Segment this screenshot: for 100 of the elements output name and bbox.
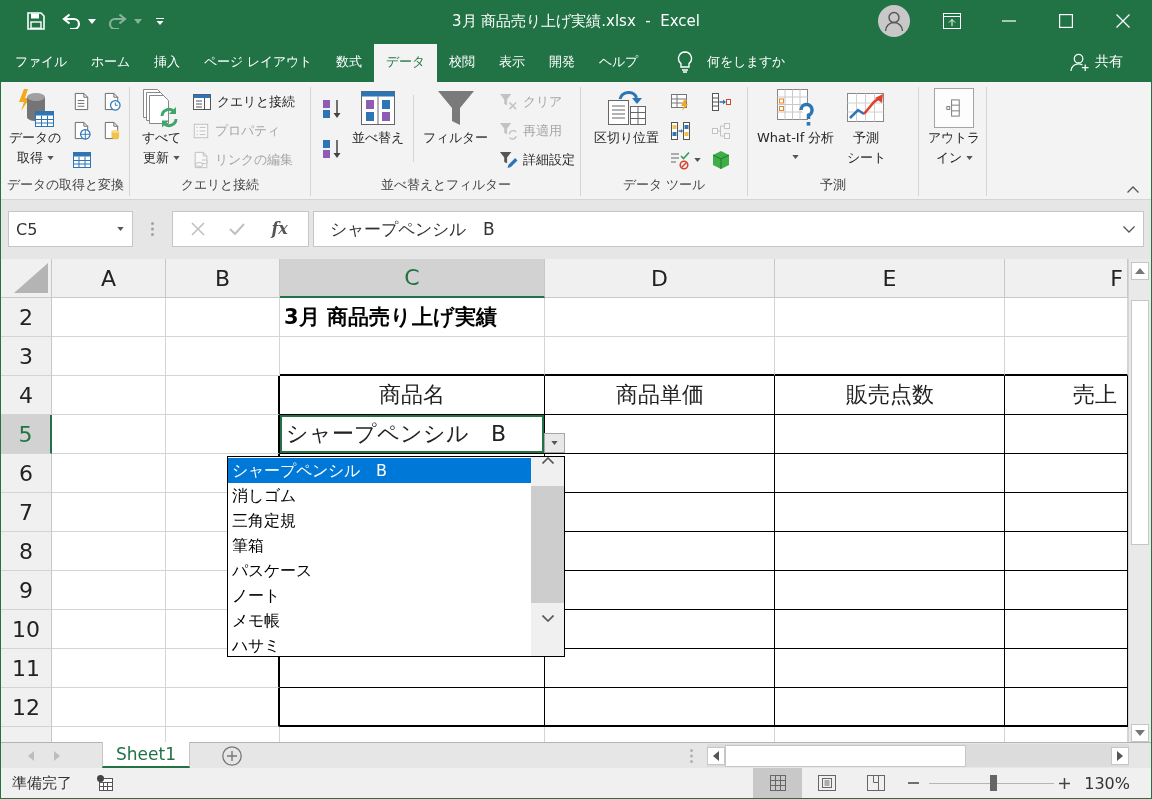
caret-icon[interactable] [694,157,701,162]
chevron-down-icon[interactable] [541,615,554,622]
name-box[interactable]: C5 [8,211,133,247]
row-header[interactable]: 11 [1,649,52,688]
insert-function-button[interactable]: fx [269,219,290,239]
view-button[interactable] [753,768,803,798]
ribbon-tab[interactable]: 挿入 [142,44,192,82]
row-header[interactable]: 6 [1,454,52,493]
ribbon-button[interactable]: クエリと接続 [190,87,297,116]
group-label: データの取得と変換 [6,176,124,194]
row-header[interactable]: 10 [1,610,52,649]
ribbon-button[interactable]: 予測 シート [843,87,890,174]
table-header-cell: 商品単価 [545,376,775,415]
sort-descending-icon[interactable] [321,138,343,160]
row-header[interactable]: 2 [1,298,52,337]
scrollbar-thumb[interactable] [1131,300,1149,545]
share-button[interactable]: 共有 [1070,44,1123,82]
row-header[interactable]: 9 [1,571,52,610]
active-cell[interactable]: シャープペンシル B [280,415,545,454]
close-icon[interactable] [1115,14,1130,28]
ribbon-tab[interactable]: ホーム [79,44,142,82]
plus-circle-icon[interactable] [222,745,242,766]
checklist-icon[interactable] [670,149,690,170]
horizontal-scrollbar[interactable] [707,744,1129,767]
tell-me-button[interactable]: 何をしますか [677,44,786,82]
ribbon-tab[interactable]: データ [374,44,438,82]
ribbon-button[interactable]: データの 取得 [6,87,64,174]
sort-ascending-icon[interactable] [321,98,343,120]
column-arrow-icon[interactable] [711,91,731,112]
list-item[interactable]: メモ帳 [228,608,531,633]
user-avatar-icon[interactable] [878,5,910,37]
chevron-down-icon[interactable] [1123,225,1135,233]
ribbon-tab[interactable]: 開発 [537,44,588,82]
scroll-down-button[interactable] [1131,724,1149,742]
list-item[interactable]: 筆箱 [228,533,531,558]
table-lightning-icon[interactable] [670,91,690,112]
document-globe-icon[interactable] [72,121,91,140]
list-item[interactable]: ノート [228,583,531,608]
document-icon[interactable] [72,92,91,111]
ribbon-tab[interactable]: ページ レイアウト [192,44,325,82]
formula-field[interactable]: シャープペンシル B [313,211,1144,247]
row-header[interactable]: 7 [1,493,52,532]
minimize-icon[interactable] [1001,20,1016,22]
list-item[interactable]: 三角定規 [228,508,531,533]
list-item[interactable]: ハサミ [228,633,531,658]
column-header[interactable]: E [775,259,1005,298]
column-header[interactable]: D [545,259,775,298]
undo-icon[interactable] [62,13,81,29]
filter-icon [435,88,476,128]
row-header[interactable]: 4 [1,376,52,415]
row-header[interactable]: 3 [1,337,52,376]
chevron-up-icon[interactable] [541,457,554,464]
ribbon-button[interactable]: アウトラ イン [925,87,983,174]
dropdown-button[interactable] [544,433,565,453]
scroll-right-button[interactable] [1111,746,1129,765]
table-icon[interactable] [72,149,92,170]
vertical-scrollbar[interactable] [1128,259,1151,742]
ribbon-tab[interactable]: 数式 [324,44,375,82]
ribbon-button[interactable]: すべて 更新 [138,87,184,174]
ribbon-button[interactable]: 区切り位置 [591,87,662,174]
ribbon-button[interactable]: 並べ替え [349,87,407,174]
zoom-slider-thumb[interactable] [990,775,997,791]
scrollbar-thumb[interactable] [725,744,966,767]
plus-icon[interactable] [1059,777,1071,789]
ribbon-tab[interactable]: 校閲 [437,44,488,82]
sort-icon [358,88,398,128]
document-link-icon [192,150,210,169]
sheet-tab[interactable]: Sheet1 [102,742,190,768]
column-header[interactable]: F [1005,259,1128,298]
list-item[interactable]: パスケース [228,558,531,583]
caret-bar-icon[interactable] [156,17,164,25]
minus-icon[interactable] [908,782,920,784]
ribbon-tab[interactable]: ファイル [3,44,79,82]
list-scrollbar[interactable] [531,457,564,656]
scroll-left-button[interactable] [707,746,725,765]
chevron-up-icon[interactable] [1127,186,1139,193]
document-clock-icon[interactable] [102,92,121,111]
column-header[interactable]: A [52,259,166,298]
list-item[interactable]: 消しゴム [228,483,531,508]
ribbon-button[interactable]: フィルター [420,87,491,174]
row-header[interactable]: 5 [1,415,52,454]
ribbon-tab[interactable]: ヘルプ [587,44,651,82]
caret-icon[interactable] [117,227,124,231]
caret-icon[interactable] [88,18,96,24]
row-header[interactable]: 12 [1,688,52,727]
scroll-up-button[interactable] [1131,262,1149,280]
group-label: データ ツール [622,176,706,194]
row-header[interactable]: 8 [1,532,52,571]
ribbon-button[interactable]: What-If 分析 [754,87,838,174]
scrollbar-thumb[interactable] [531,486,564,603]
save-icon[interactable] [27,12,45,30]
document-database-icon[interactable] [102,121,121,140]
maximize-icon[interactable] [1058,14,1073,28]
columns-arrow-icon[interactable] [670,120,690,141]
ribbon-button[interactable]: 詳細設定 [497,145,577,174]
column-header[interactable]: C [280,259,545,298]
ribbon-tab[interactable]: 表示 [487,44,538,82]
column-header[interactable]: B [166,259,280,298]
list-item[interactable]: シャープペンシル B [228,458,531,483]
cube-icon[interactable] [711,149,731,170]
